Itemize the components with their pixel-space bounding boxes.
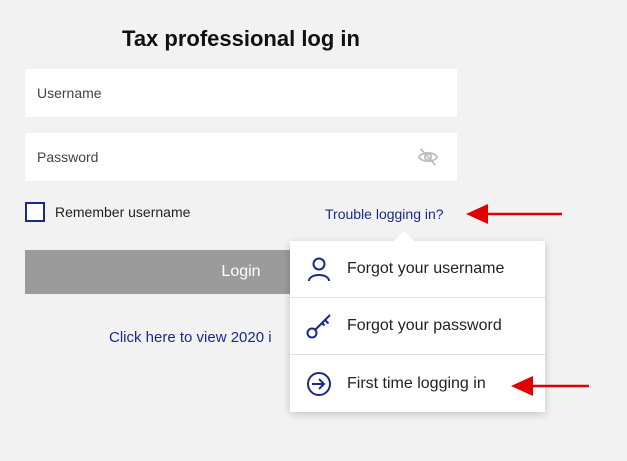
remember-username[interactable]: Remember username <box>25 202 190 222</box>
page-title: Tax professional log in <box>122 26 360 51</box>
eye-off-icon[interactable] <box>417 147 439 167</box>
menu-item-forgot-password[interactable]: Forgot your password <box>290 298 545 355</box>
password-input[interactable] <box>35 148 447 166</box>
trouble-logging-in-link[interactable]: Trouble logging in? <box>325 206 444 222</box>
menu-item-label: Forgot your password <box>347 317 502 334</box>
sign-in-icon <box>307 371 331 396</box>
username-input[interactable] <box>35 84 447 102</box>
view-info-link[interactable]: Click here to view 2020 i <box>109 329 272 346</box>
key-icon <box>306 314 331 339</box>
user-icon <box>308 257 330 282</box>
menu-item-label: Forgot your username <box>347 260 505 277</box>
menu-item-forgot-username[interactable]: Forgot your username <box>290 241 545 298</box>
trouble-dropdown-menu: Forgot your username Forgot your passwor… <box>290 231 545 412</box>
remember-checkbox[interactable] <box>25 202 45 222</box>
password-field[interactable] <box>25 133 457 181</box>
dropdown-caret <box>394 231 414 241</box>
annotation-arrow-icon <box>511 376 589 396</box>
menu-item-first-time[interactable]: First time logging in <box>290 355 545 412</box>
remember-label: Remember username <box>55 204 191 220</box>
annotation-arrow-icon <box>466 204 562 224</box>
menu-item-label: First time logging in <box>347 374 486 392</box>
username-field[interactable] <box>25 69 457 117</box>
